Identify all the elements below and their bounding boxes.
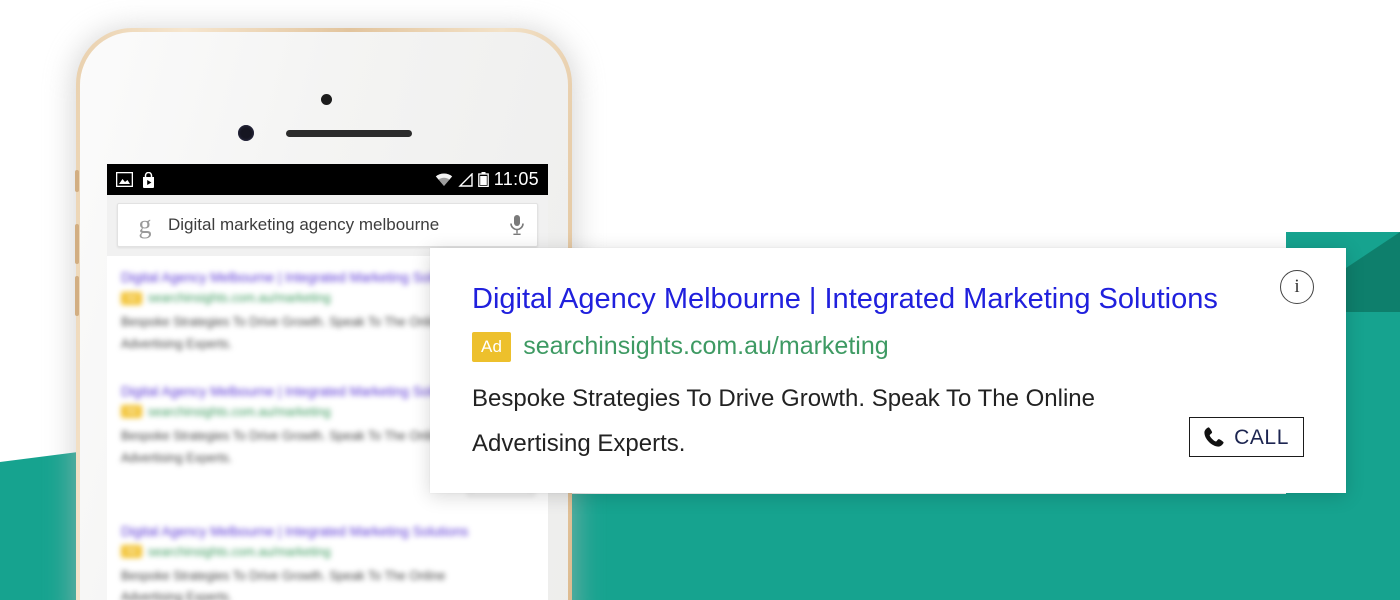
play-store-icon: [143, 171, 154, 188]
status-bar: 11:05: [107, 164, 548, 195]
result-url[interactable]: searchinsights.com.au/marketing: [148, 291, 331, 305]
ad-badge: Ad: [121, 405, 143, 419]
phone-front-camera-icon: [238, 125, 254, 141]
ad-display-url[interactable]: searchinsights.com.au/marketing: [523, 332, 888, 361]
result-title[interactable]: Digital Agency Melbourne | Integrated Ma…: [121, 524, 534, 539]
battery-icon: [477, 172, 489, 187]
phone-earpiece-speaker: [286, 130, 412, 137]
ad-badge: Ad: [121, 545, 143, 558]
ad-description-line-2: Advertising Experts.: [472, 430, 686, 458]
phone-volume-down-button[interactable]: [75, 276, 79, 316]
phone-mute-switch[interactable]: [75, 170, 79, 192]
search-bar-container: g Digital marketing agency melbourne: [107, 195, 548, 256]
ad-badge: Ad: [472, 331, 512, 362]
search-result-item[interactable]: Digital Agency Melbourne | Integrated Ma…: [121, 524, 534, 600]
call-button-label: CALL: [1234, 425, 1289, 449]
signal-icon: [458, 172, 473, 187]
phone-proximity-sensor-icon: [321, 94, 332, 105]
phone-volume-up-button[interactable]: [75, 224, 79, 264]
ad-title[interactable]: Digital Agency Melbourne | Integrated Ma…: [472, 283, 1304, 316]
search-input[interactable]: g Digital marketing agency melbourne: [117, 203, 538, 247]
result-url-row: Ad searchinsights.com.au/marketing: [121, 545, 534, 559]
google-g-logo-icon: g: [138, 210, 152, 239]
ad-url-row: Ad searchinsights.com.au/marketing: [472, 331, 1304, 362]
status-bar-clock: 11:05: [493, 169, 539, 189]
result-url[interactable]: searchinsights.com.au/marketing: [148, 405, 331, 419]
result-description-line-1: Bespoke Strategies To Drive Growth. Spea…: [121, 568, 446, 583]
ad-callout-card: i Digital Agency Melbourne | Integrated …: [430, 248, 1346, 493]
status-bar-left-icons: [116, 171, 156, 188]
screenshot-stage: 11:05 g Digital marketing agency melbour…: [0, 0, 1400, 600]
search-query-text: Digital marketing agency melbourne: [168, 215, 440, 234]
microphone-icon[interactable]: [509, 214, 525, 236]
result-description-line-2: Advertising Experts.: [121, 590, 233, 600]
ad-description-line-1: Bespoke Strategies To Drive Growth. Spea…: [472, 384, 1096, 412]
result-url[interactable]: searchinsights.com.au/marketing: [148, 545, 331, 559]
call-button[interactable]: CALL: [1189, 417, 1304, 457]
info-icon[interactable]: i: [1280, 270, 1314, 304]
image-icon: [116, 172, 133, 187]
ad-badge: Ad: [121, 291, 143, 305]
wifi-icon: [435, 172, 452, 186]
phone-handset-icon: [1204, 427, 1224, 447]
status-bar-right-icons: 11:05: [435, 169, 539, 190]
